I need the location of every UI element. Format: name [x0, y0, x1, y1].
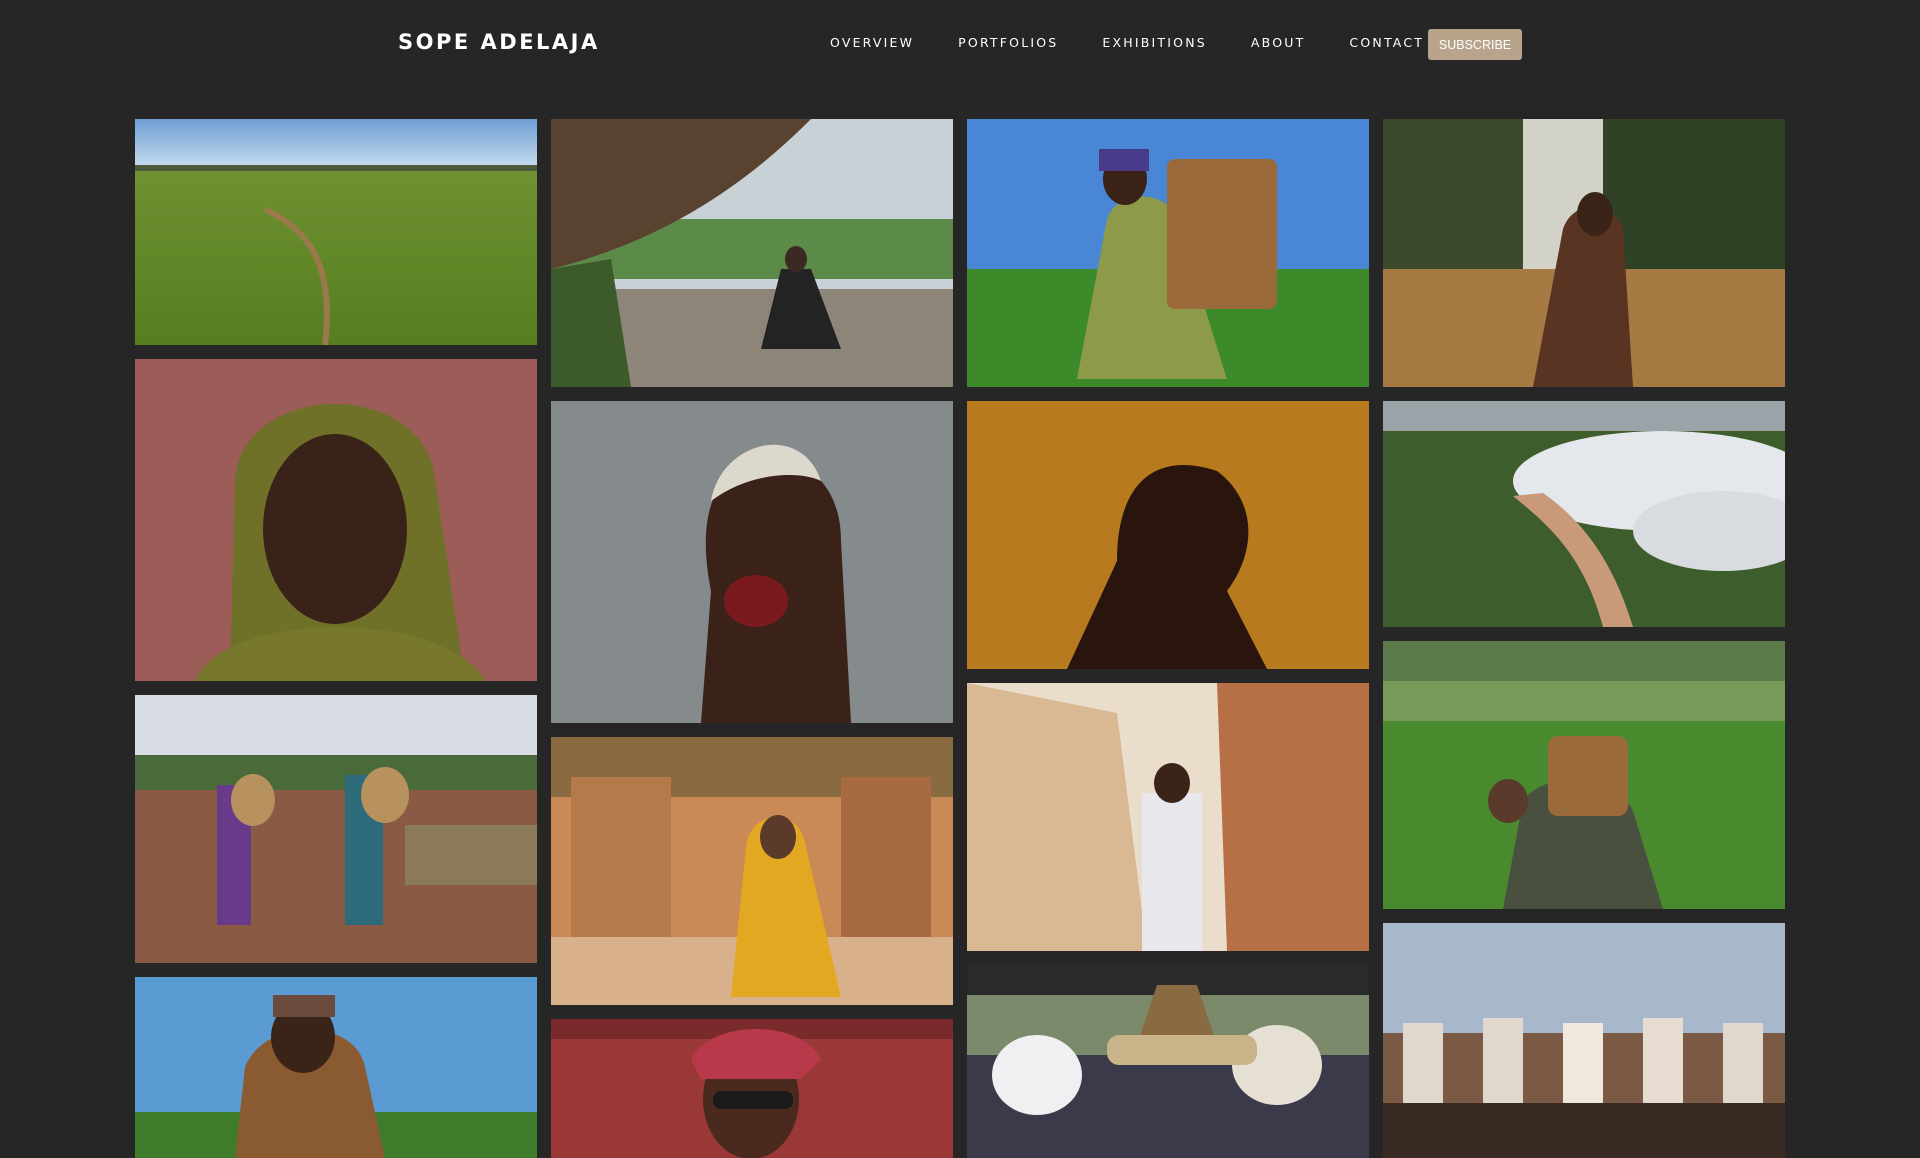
photo-man-sitting-under-rock[interactable] [551, 119, 953, 387]
photo-woman-in-tall-grass[interactable] [1383, 119, 1785, 387]
site-logo[interactable]: SOPE ADELAJA [398, 30, 600, 54]
site-header: SOPE ADELAJA OVERVIEW PORTFOLIOS EXHIBIT… [0, 0, 1920, 90]
photo-woman-picking-tea-basket[interactable] [967, 119, 1369, 387]
photo-profile-white-hair-rose[interactable] [551, 401, 953, 723]
photo-festival-headdresses[interactable] [967, 965, 1369, 1158]
photo-two-women-baskets[interactable] [135, 695, 537, 963]
photo-river-valley-mist[interactable] [1383, 401, 1785, 627]
nav-portfolios[interactable]: PORTFOLIOS [958, 36, 1058, 50]
main-nav: OVERVIEW PORTFOLIOS EXHIBITIONS ABOUT CO… [830, 36, 1468, 50]
nav-overview[interactable]: OVERVIEW [830, 36, 914, 50]
nav-contact[interactable]: CONTACT [1349, 36, 1424, 50]
nav-about[interactable]: ABOUT [1251, 36, 1306, 50]
photo-old-man-mud-walls[interactable] [967, 683, 1369, 951]
subscribe-button[interactable]: SUBSCRIBE [1428, 29, 1522, 60]
photo-woman-yellow-hijab-hut[interactable] [551, 737, 953, 1005]
photo-profile-golden-backdrop[interactable] [967, 401, 1369, 669]
photo-man-tea-field-basket[interactable] [1383, 641, 1785, 909]
photo-women-gele-sunglasses[interactable] [551, 1019, 953, 1158]
photo-horsemen-durbar[interactable] [1383, 923, 1785, 1158]
photo-tea-field-aerial[interactable] [135, 119, 537, 345]
photo-woman-picking-leaves[interactable] [135, 977, 537, 1158]
nav-exhibitions[interactable]: EXHIBITIONS [1102, 36, 1206, 50]
photo-portrait-green-hood[interactable] [135, 359, 537, 681]
